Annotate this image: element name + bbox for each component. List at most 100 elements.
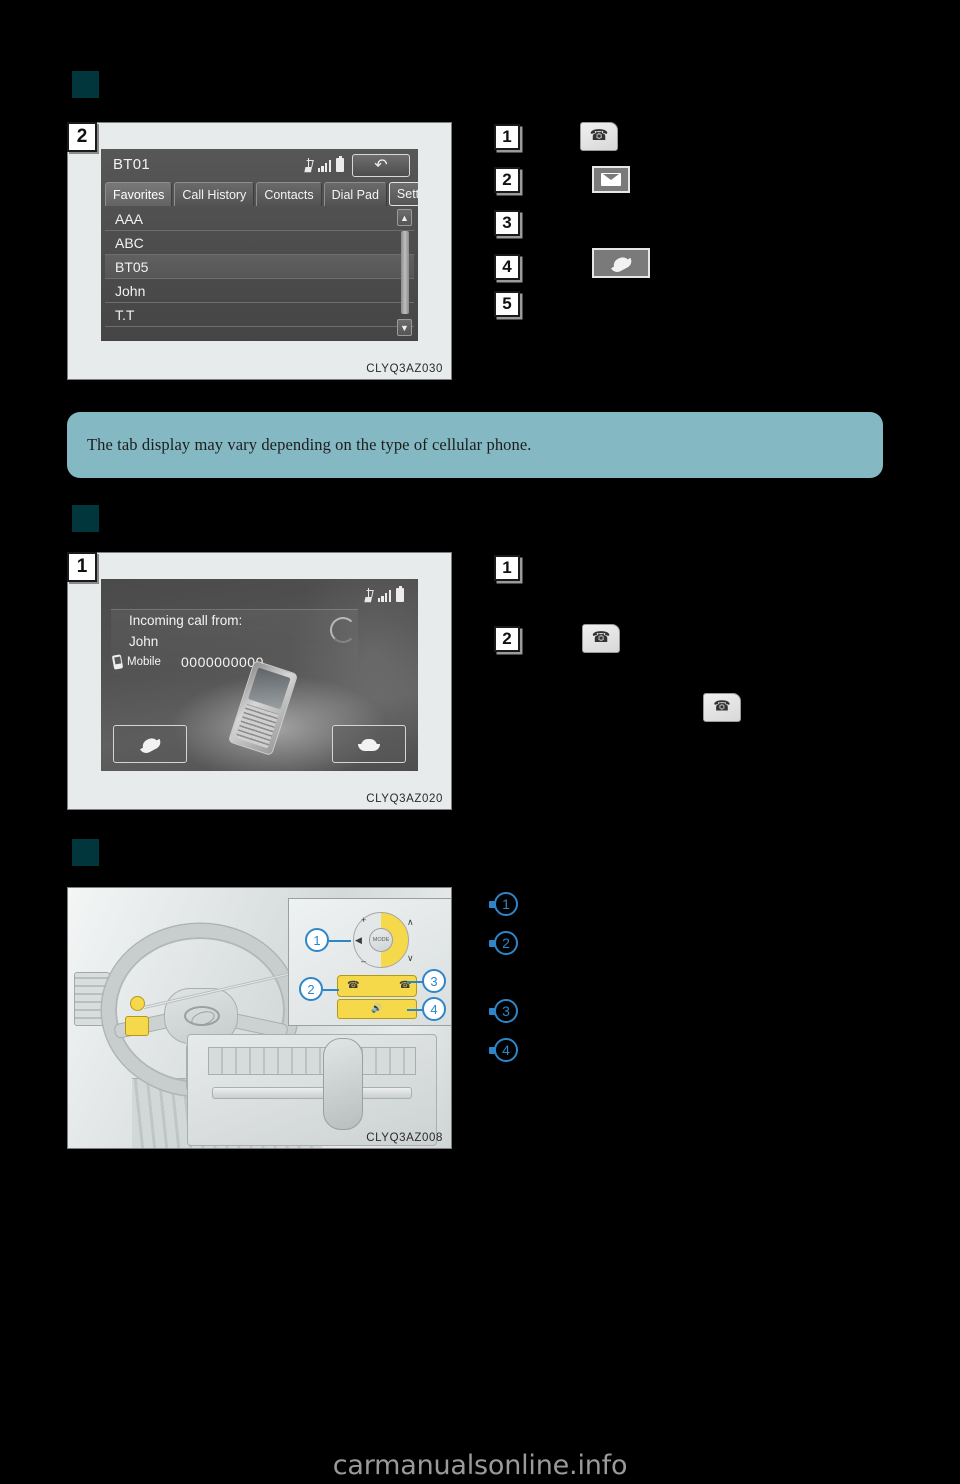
decline-handset-icon: [358, 738, 380, 751]
inset-callout-3: 3: [422, 969, 446, 993]
brand-logo: [184, 1006, 220, 1026]
step-number-5: 5: [494, 291, 520, 317]
step-number-1: 1: [494, 555, 520, 581]
back-arrow-icon: ↶: [374, 156, 388, 174]
list-scrollbar[interactable]: ▲ ▼: [397, 207, 412, 338]
head-unit-screen: BT01 ↶ Favorites Call History Contacts D…: [101, 149, 418, 341]
voice-command-icon: 🔊: [371, 1003, 383, 1013]
bluetooth-icon: [365, 588, 373, 602]
note-text: The tab display may vary depending on th…: [87, 435, 532, 454]
volume-icon: ◀: [355, 935, 362, 945]
step-circle-3: 3: [489, 999, 518, 1023]
caller-name: John: [129, 634, 159, 649]
steering-wheel-hangup-button-icon: ☎: [703, 693, 741, 722]
tab-label: Dial Pad: [331, 187, 379, 202]
answer-handset-icon: [137, 733, 163, 755]
seek-down-icon: ∨: [407, 953, 414, 963]
bluetooth-icon: [305, 158, 313, 172]
incoming-call-screen: Incoming call from: John Mobile 00000000…: [101, 579, 418, 771]
lead-line-1: [329, 940, 351, 942]
tab-contacts[interactable]: Contacts: [256, 182, 322, 206]
step-number-4: 4: [494, 254, 520, 280]
list-item[interactable]: T.T: [105, 303, 414, 328]
battery-icon: [396, 586, 404, 602]
seek-up-icon: ∧: [407, 917, 414, 927]
screen-title: BT01: [113, 156, 151, 173]
phone-glyph: ☎: [591, 629, 611, 647]
minus-icon: –: [361, 956, 367, 966]
list-item-label: John: [115, 282, 146, 299]
list-item-label: T.T: [115, 306, 135, 323]
figure-code: CLYQ3AZ030: [366, 363, 443, 375]
list-item-label: AAA: [115, 210, 144, 227]
figure-code: CLYQ3AZ020: [366, 793, 443, 805]
incoming-call-heading: Incoming call from:: [129, 613, 243, 628]
figure-incoming-call: 1 Incoming call from: John Mobile 000000…: [67, 552, 452, 810]
plus-icon: +: [361, 915, 367, 925]
note-callout: The tab display may vary depending on th…: [67, 412, 883, 478]
list-item[interactable]: ABC: [105, 231, 414, 256]
section-marker-3: [72, 839, 99, 866]
decline-call-button[interactable]: [332, 725, 406, 763]
lead-line-3: [407, 981, 423, 983]
gear-shifter: [323, 1038, 363, 1130]
back-button[interactable]: ↶: [352, 154, 410, 177]
figure-tag-1: 1: [67, 552, 97, 582]
tab-label: Favorites: [113, 187, 165, 202]
offhook-icon: ☎: [347, 980, 360, 991]
figure-code: CLYQ3AZ008: [366, 1132, 443, 1144]
envelope-button-icon: [592, 166, 630, 193]
step-number-2: 2: [494, 167, 520, 193]
hangup-glyph: ☎: [713, 697, 731, 714]
scrollbar-thumb[interactable]: [401, 231, 409, 314]
mode-dial-center: MODE: [369, 928, 393, 952]
step-circle-1: 1: [489, 892, 518, 916]
list-item[interactable]: BT05: [105, 255, 414, 280]
figure-bt01-favorites: 2 BT01 ↶ Favorites Call History Contacts…: [67, 122, 452, 380]
step-number-2: 2: [494, 626, 520, 652]
number-type-label: Mobile: [127, 656, 161, 668]
highlight-dial: [130, 996, 145, 1011]
steering-wheel-phone-button-icon: ☎: [580, 122, 618, 151]
tab-settings[interactable]: Settings: [388, 182, 418, 206]
step-number-3: 3: [494, 210, 520, 236]
figure-tag-2: 2: [67, 122, 97, 152]
scroll-up-icon[interactable]: ▲: [397, 209, 412, 226]
center-console: [187, 1034, 437, 1146]
lead-line-4: [407, 1009, 423, 1011]
tab-label: Settings: [396, 187, 418, 201]
lead-line-2: [323, 989, 339, 991]
tab-call-history[interactable]: Call History: [174, 182, 255, 206]
step-circle-2: 2: [489, 931, 518, 955]
status-icons: [365, 586, 404, 602]
tab-favorites[interactable]: Favorites: [105, 182, 173, 206]
list-item-label: BT05: [115, 258, 149, 275]
signal-icon: [377, 589, 391, 602]
section-marker-2: [72, 505, 99, 532]
loading-spinner-icon: [330, 617, 356, 643]
site-watermark: carmanualsonline.info: [332, 1450, 628, 1481]
inset-callout-1: 1: [305, 928, 329, 952]
favorites-list: AAA ABC BT05 John T.T ▲ ▼: [105, 207, 414, 338]
step-circle-4: 4: [489, 1038, 518, 1062]
inset-callout-2: 2: [299, 977, 323, 1001]
list-item-label: ABC: [115, 234, 144, 251]
figure-vehicle-interior: MODE + – ◀ ∧ ∨ ☎ ☎ 🔊 1 2 3 4 CLYQ3AZ008: [67, 887, 452, 1149]
control-inset: MODE + – ◀ ∧ ∨ ☎ ☎ 🔊 1 2 3 4: [288, 898, 451, 1026]
status-icons: [305, 156, 344, 172]
section-marker-1: [72, 71, 99, 98]
list-item[interactable]: John: [105, 279, 414, 304]
scroll-down-icon[interactable]: ▼: [397, 319, 412, 336]
answer-call-button[interactable]: [113, 725, 187, 763]
highlight-switch-panel: [125, 1016, 149, 1036]
offhook-handset-button-icon: [592, 248, 650, 278]
signal-icon: [317, 159, 331, 172]
tab-dial-pad[interactable]: Dial Pad: [323, 182, 387, 206]
manual-page: 2 BT01 ↶ Favorites Call History Contacts…: [0, 0, 960, 1484]
tab-label: Contacts: [264, 187, 314, 202]
tab-label: Call History: [182, 187, 247, 202]
handset-icon: [608, 252, 634, 274]
tab-bar: Favorites Call History Contacts Dial Pad…: [105, 182, 418, 206]
list-item[interactable]: AAA: [105, 207, 414, 232]
battery-icon: [336, 156, 344, 172]
